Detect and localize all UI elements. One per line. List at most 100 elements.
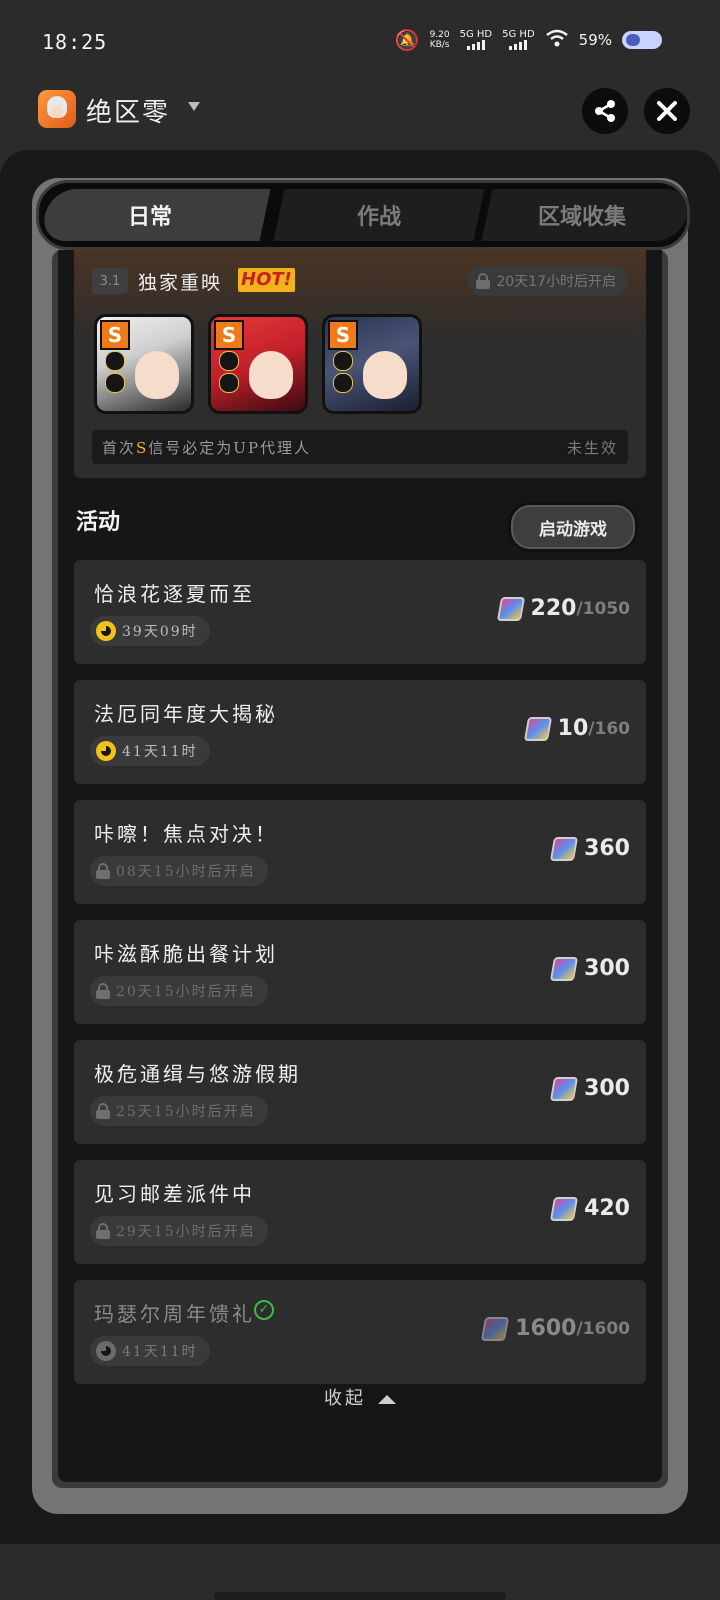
lock-icon <box>96 863 110 879</box>
activity-time: 08天15小时后开启 <box>116 864 256 880</box>
lock-icon <box>96 983 110 999</box>
clock-icon <box>96 741 116 761</box>
activity-time-pill: 25天15小时后开启 <box>90 1096 268 1126</box>
film-reward-icon <box>523 716 552 741</box>
reward-value: 360 <box>584 836 630 861</box>
activity-name: 咔嚓！焦点对决！ <box>94 822 278 846</box>
activity-list: 恰浪花逐夏而至 39天09时 220 /1050 法厄同年度大揭秘 41天11时… <box>74 560 646 1400</box>
lock-icon <box>96 1223 110 1239</box>
home-indicator[interactable] <box>214 1592 506 1600</box>
signal-banner[interactable]: 3.1 独家重映 HOT! 20天17小时后开启 S S S 首次S信号必定为U… <box>74 250 646 478</box>
tab-region-collection[interactable]: 区域收集 <box>481 183 687 247</box>
collapse-label: 收起 <box>324 1388 366 1409</box>
lock-icon <box>96 1103 110 1119</box>
agent-face <box>249 351 293 399</box>
check-icon: ✓ <box>254 1300 274 1320</box>
app-header: 绝区零 <box>0 84 720 150</box>
film-reward-icon <box>549 1196 579 1221</box>
signal-bars-icon <box>509 40 528 50</box>
activity-time-pill: 39天09时 <box>90 616 210 646</box>
lock-icon <box>476 273 491 289</box>
app-icon[interactable] <box>38 90 76 128</box>
chevron-down-icon[interactable] <box>188 102 200 111</box>
start-game-button[interactable]: 启动游戏 <box>508 502 638 552</box>
activity-item[interactable]: 恰浪花逐夏而至 39天09时 220 /1050 <box>74 560 646 664</box>
reward-total: /160 <box>588 718 630 739</box>
status-icons: 🔕 9.20 KB/s 5G HD 5G HD 59% <box>395 28 662 52</box>
wifi-icon <box>545 29 569 51</box>
activity-time: 39天09时 <box>122 624 198 640</box>
tab-region-label: 区域收集 <box>537 205 626 230</box>
reward-total: /1600 <box>576 1318 630 1339</box>
banner-title: 独家重映 <box>138 272 223 294</box>
activity-item[interactable]: 法厄同年度大揭秘 41天11时 10 /160 <box>74 680 646 784</box>
activity-item[interactable]: 玛瑟尔周年馈礼 ✓ 41天11时 1600 /1600 <box>74 1280 646 1384</box>
tab-combat-label: 作战 <box>356 205 401 230</box>
reward-value: 220 <box>530 596 577 621</box>
agent-portrait[interactable]: S <box>94 314 194 414</box>
section-title: 活动 <box>76 510 121 535</box>
tab-combat[interactable]: 作战 <box>273 183 485 247</box>
network-speed: 9.20 KB/s <box>430 30 450 50</box>
agent-face <box>363 351 407 399</box>
film-reward-icon <box>549 956 579 981</box>
activity-reward: 300 <box>549 1076 630 1101</box>
status-bar: 18:25 🔕 9.20 KB/s 5G HD 5G HD 59% <box>0 0 720 84</box>
close-icon <box>657 101 677 121</box>
activity-reward: 300 <box>549 956 630 981</box>
card-frame: 3.1 独家重映 HOT! 20天17小时后开启 S S S 首次S信号必定为U… <box>32 178 688 1514</box>
banner-footer: 首次S信号必定为UP代理人 未生效 <box>92 430 628 464</box>
activity-reward: 360 <box>549 836 630 861</box>
battery-level: 59% <box>578 31 612 49</box>
signal-2: 5G HD <box>502 30 535 50</box>
tab-daily[interactable]: 日常 <box>39 183 271 247</box>
version-badge: 3.1 <box>92 268 128 294</box>
banner-lock-text: 20天17小时后开启 <box>496 274 616 290</box>
attribute-icon <box>105 351 125 371</box>
activity-name: 玛瑟尔周年馈礼 <box>94 1302 255 1326</box>
collapse-button[interactable]: 收起 <box>58 1384 662 1410</box>
activity-item[interactable]: 见习邮差派件中 29天15小时后开启 420 <box>74 1160 646 1264</box>
rank-badge: S <box>214 320 244 350</box>
widget-panel: 3.1 独家重映 HOT! 20天17小时后开启 S S S 首次S信号必定为U… <box>0 150 720 1544</box>
attribute-icon <box>333 351 353 371</box>
battery-icon <box>622 31 662 49</box>
activity-reward: 420 <box>549 1196 630 1221</box>
agent-portrait[interactable]: S <box>208 314 308 414</box>
close-button[interactable] <box>644 88 690 134</box>
activity-name: 咔滋酥脆出餐计划 <box>94 942 278 966</box>
reward-value: 10 <box>557 716 589 741</box>
reward-value: 1600 <box>515 1316 577 1341</box>
activity-item[interactable]: 咔滋酥脆出餐计划 20天15小时后开启 300 <box>74 920 646 1024</box>
activity-name: 见习邮差派件中 <box>94 1182 255 1206</box>
reward-value: 300 <box>584 1076 630 1101</box>
agent-portrait[interactable]: S <box>322 314 422 414</box>
activity-item[interactable]: 咔嚓！焦点对决！ 08天15小时后开启 360 <box>74 800 646 904</box>
card-inner-frame: 3.1 独家重映 HOT! 20天17小时后开启 S S S 首次S信号必定为U… <box>52 250 668 1488</box>
activity-time-pill: 29天15小时后开启 <box>90 1216 268 1246</box>
status-time: 18:25 <box>42 30 108 54</box>
clock-icon <box>96 1341 116 1361</box>
specialty-icon <box>105 373 125 393</box>
activity-time-pill: 08天15小时后开启 <box>90 856 268 886</box>
specialty-icon <box>219 373 239 393</box>
activity-name: 极危通缉与悠游假期 <box>94 1062 301 1086</box>
hot-badge: HOT! <box>238 268 295 292</box>
share-button[interactable] <box>582 88 628 134</box>
activity-reward: 220 /1050 <box>496 596 630 621</box>
activity-item[interactable]: 极危通缉与悠游假期 25天15小时后开启 300 <box>74 1040 646 1144</box>
banner-lock-pill: 20天17小时后开启 <box>468 266 628 296</box>
attribute-icon <box>219 351 239 371</box>
card-content[interactable]: 3.1 独家重映 HOT! 20天17小时后开启 S S S 首次S信号必定为U… <box>58 250 662 1482</box>
activity-reward: 10 /160 <box>523 716 630 741</box>
guarantee-post: 信号必定为UP代理人 <box>148 438 312 457</box>
app-title[interactable]: 绝区零 <box>86 92 170 129</box>
tab-bar: 日常 作战 区域收集 <box>36 180 690 250</box>
film-reward-icon <box>549 836 579 861</box>
rank-badge: S <box>328 320 358 350</box>
activity-time-pill: 20天15小时后开启 <box>90 976 268 1006</box>
reward-value: 420 <box>584 1196 630 1221</box>
signal-2-label: 5G HD <box>502 29 535 40</box>
share-icon <box>595 100 615 122</box>
chevron-up-icon <box>378 1394 396 1404</box>
